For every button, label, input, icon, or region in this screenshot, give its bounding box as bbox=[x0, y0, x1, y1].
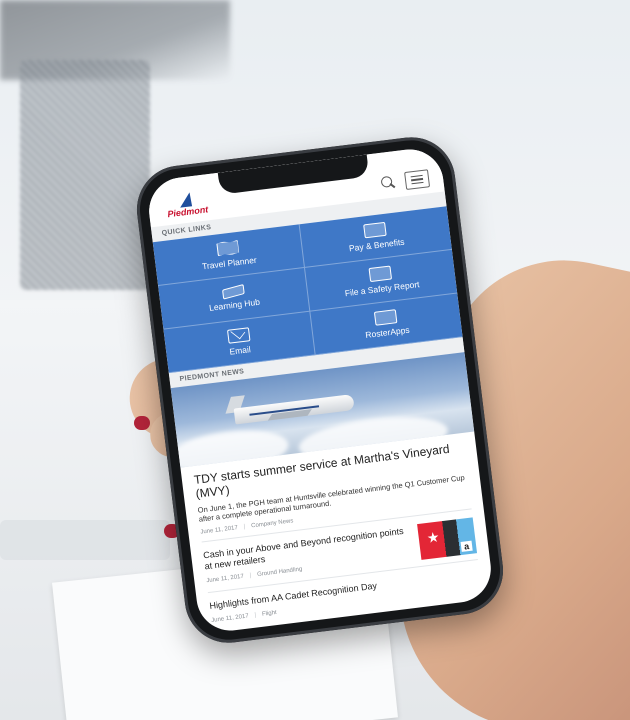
safety-vest-icon bbox=[368, 265, 393, 283]
quick-link-label: File a Safety Report bbox=[344, 279, 421, 299]
background-pen-holder bbox=[20, 60, 150, 290]
piedmont-logo-mark-icon bbox=[175, 192, 199, 209]
background-keyboard bbox=[0, 520, 170, 560]
smartphone: Piedmont QUICK LINKS Travel Planner Pay … bbox=[131, 132, 509, 648]
article-date: June 11, 2017 bbox=[210, 613, 250, 625]
news-item-thumbnail[interactable]: ★ a bbox=[417, 517, 478, 561]
quick-link-label: Learning Hub bbox=[208, 296, 261, 313]
meta-separator: | bbox=[243, 524, 246, 531]
calendar-clock-icon bbox=[373, 309, 398, 326]
piedmont-logo[interactable]: Piedmont bbox=[165, 190, 209, 219]
article-category[interactable]: Ground Handling bbox=[257, 566, 303, 577]
header-actions bbox=[380, 169, 431, 193]
mail-icon bbox=[226, 327, 251, 344]
fingernail bbox=[134, 416, 150, 430]
money-icon bbox=[363, 221, 387, 239]
meta-separator: | bbox=[249, 572, 252, 579]
quick-link-label: RosterApps bbox=[364, 324, 411, 341]
star-icon: ★ bbox=[425, 528, 441, 547]
quick-link-label: Email bbox=[228, 344, 252, 357]
quick-link-label: Travel Planner bbox=[201, 254, 258, 272]
retailer-logo: a bbox=[460, 541, 473, 553]
hamburger-menu-icon[interactable] bbox=[404, 169, 431, 190]
search-icon[interactable] bbox=[380, 175, 396, 191]
phone-screen: Piedmont QUICK LINKS Travel Planner Pay … bbox=[145, 145, 495, 635]
article-category[interactable]: Flight bbox=[262, 610, 277, 618]
meta-separator: | bbox=[254, 612, 257, 619]
article-date: June 11, 2017 bbox=[200, 525, 239, 536]
quick-link-label: Pay & Benefits bbox=[348, 236, 406, 254]
article-date: June 11, 2017 bbox=[206, 573, 245, 585]
article-category[interactable]: Company News bbox=[251, 519, 294, 530]
graduation-cap-icon bbox=[221, 284, 245, 300]
map-icon bbox=[216, 240, 240, 257]
